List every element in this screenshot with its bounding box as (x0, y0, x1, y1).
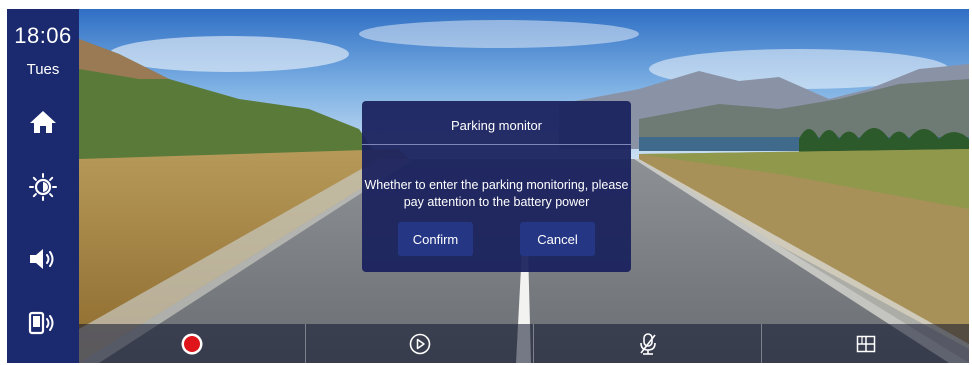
clock-time: 18:06 (14, 23, 72, 48)
mic-muted-icon (639, 332, 656, 355)
microphone-button[interactable] (534, 324, 761, 363)
dialog-message-line1: Whether to enter the parking monitoring,… (364, 178, 629, 192)
record-button[interactable] (79, 324, 305, 363)
cancel-button[interactable]: Cancel (520, 222, 595, 256)
sidebar: 18:06 Tues (7, 9, 79, 363)
dialog-title: Parking monitor (450, 118, 543, 133)
record-icon (181, 333, 203, 354)
device-sound-icon[interactable] (25, 307, 61, 339)
dialog-divider (362, 144, 631, 145)
clock-day: Tues (26, 61, 60, 78)
playback-button[interactable] (306, 324, 533, 363)
app-screen: 18:06 Tues Parking monitor Whether to en… (7, 9, 969, 363)
dialog-message: Whether to enter the parking monitoring,… (362, 177, 631, 211)
play-icon (409, 333, 430, 354)
volume-icon[interactable] (25, 243, 61, 275)
bottom-toolbar (79, 324, 969, 363)
grid-layout-icon (856, 335, 875, 352)
home-icon[interactable] (25, 106, 61, 138)
confirm-button[interactable]: Confirm (398, 222, 473, 256)
parking-monitor-dialog: Parking monitor Whether to enter the par… (362, 101, 631, 272)
dialog-message-line2: pay attention to the battery power (403, 195, 590, 209)
brightness-icon[interactable] (25, 171, 61, 203)
layout-button[interactable] (762, 324, 969, 363)
